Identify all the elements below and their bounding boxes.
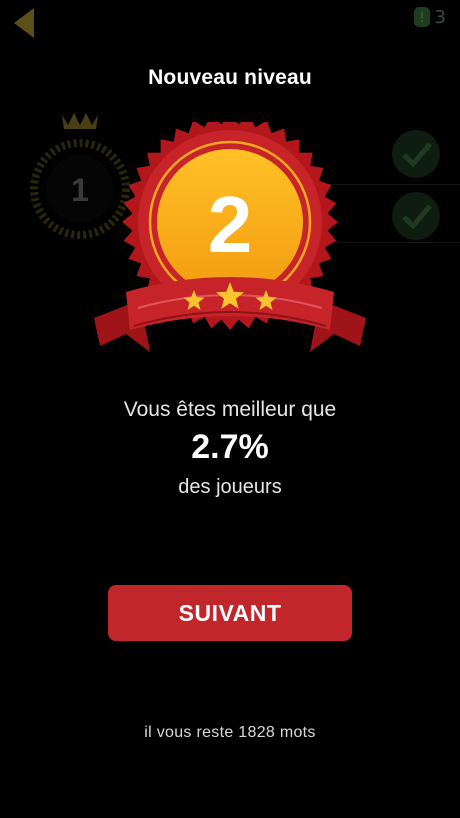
message-line-1: Vous êtes meilleur que xyxy=(123,398,337,421)
hint-lightbulb-icon: ! xyxy=(413,7,430,27)
next-button[interactable]: SUIVANT xyxy=(108,585,352,641)
svg-text:!: ! xyxy=(419,11,424,26)
percentile-value: 2.7% xyxy=(191,428,269,466)
level-badge: 2 xyxy=(94,122,366,352)
message-line-3: des joueurs xyxy=(178,476,282,498)
new-level-number: 2 xyxy=(208,180,253,269)
back-arrow-icon[interactable] xyxy=(12,6,36,40)
check-icon xyxy=(392,130,440,178)
remaining-words-text: il vous reste 1828 mots xyxy=(144,724,316,741)
hint-badge[interactable]: ! 3 xyxy=(413,6,446,28)
hint-count: 3 xyxy=(434,6,446,28)
check-icon xyxy=(392,192,440,240)
modal-title: Nouveau niveau xyxy=(148,66,312,89)
